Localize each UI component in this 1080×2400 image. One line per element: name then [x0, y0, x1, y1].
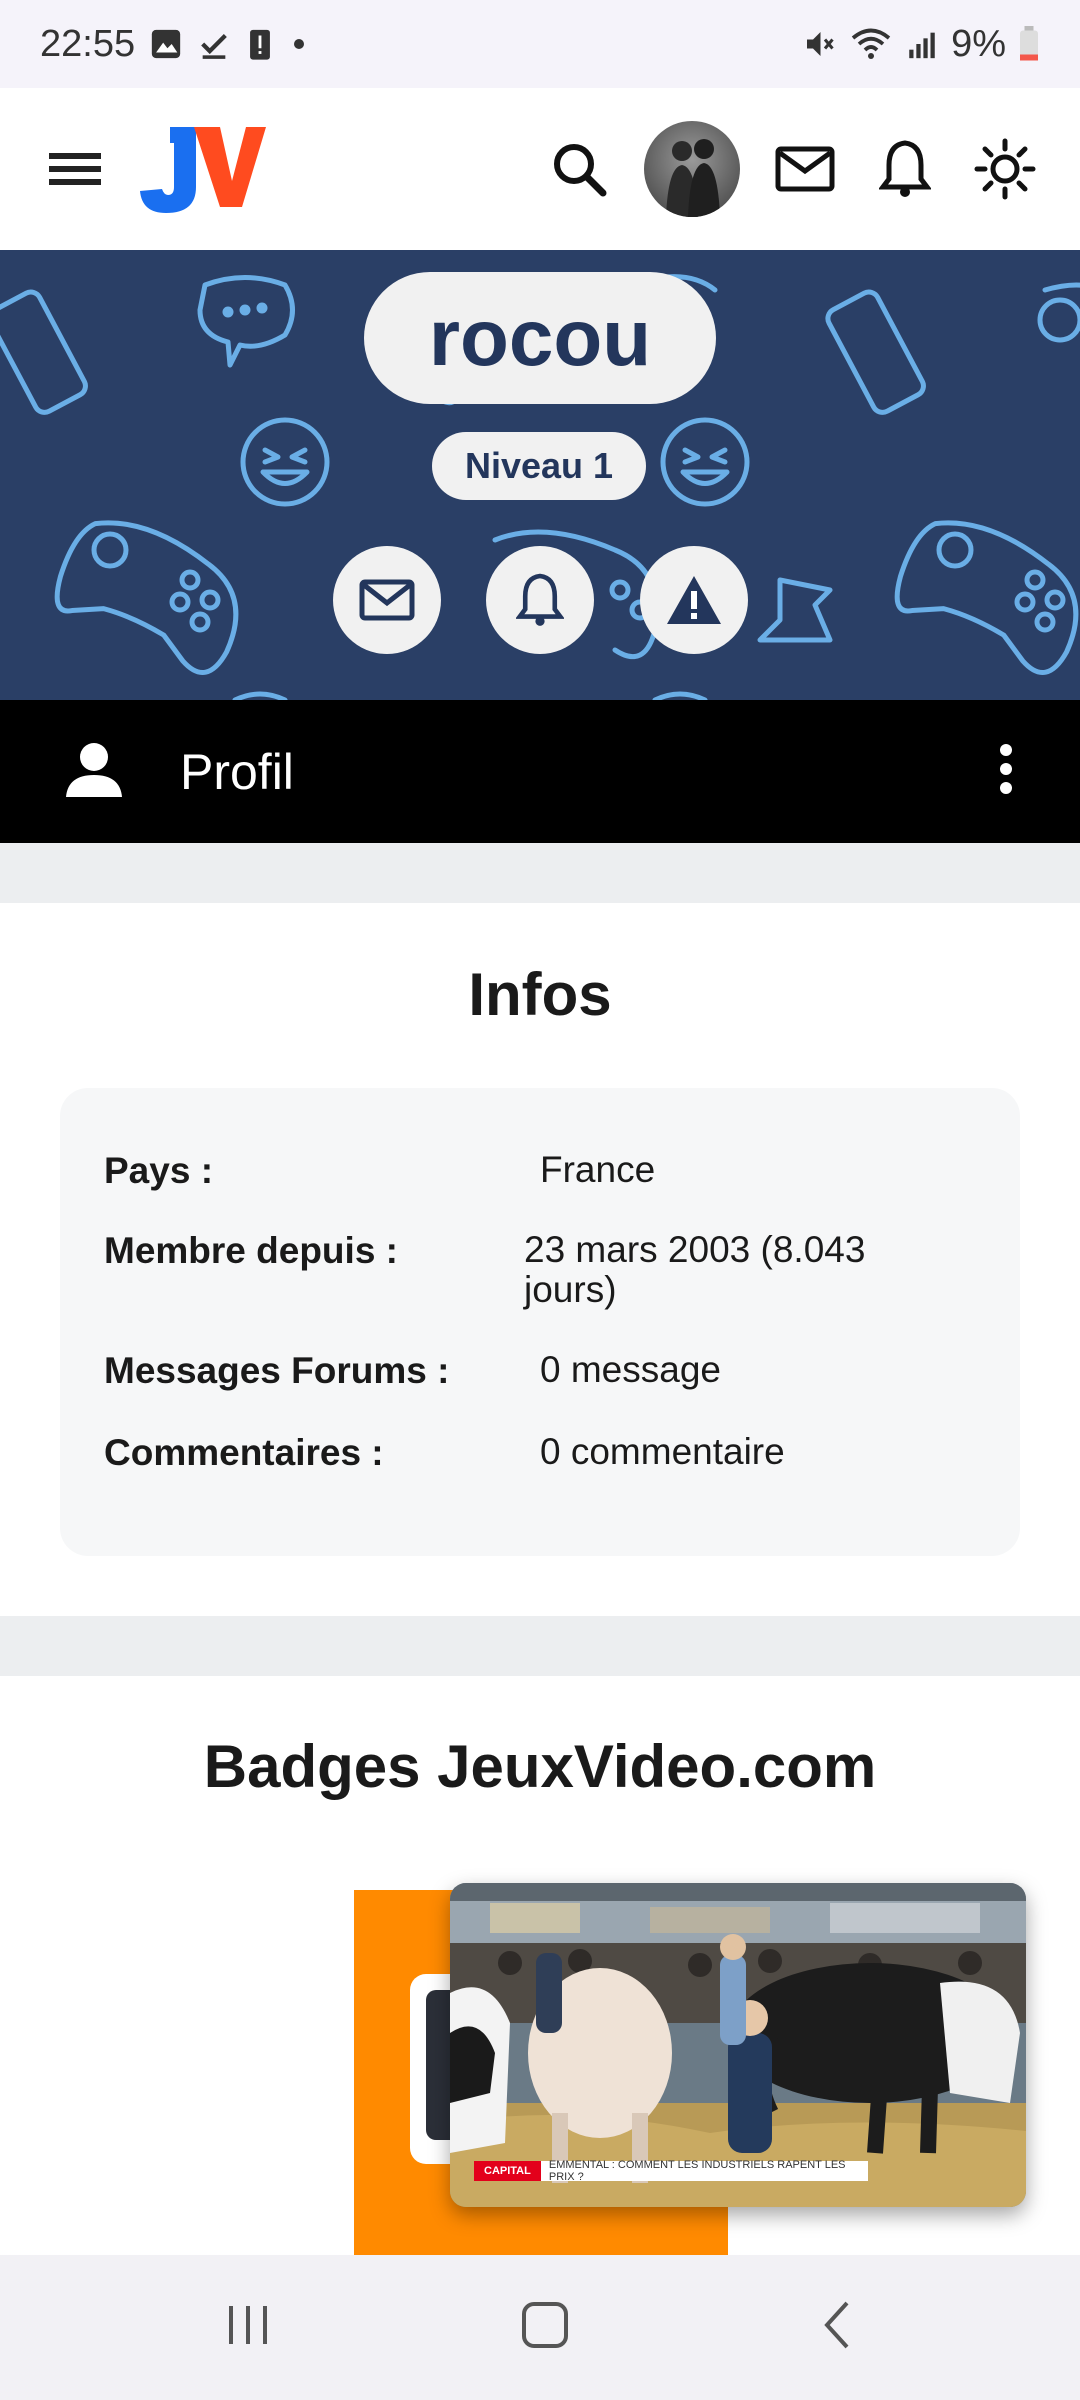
video-brand: CAPITAL	[474, 2161, 541, 2181]
info-row-comments: Commentaires : 0 commentaire	[104, 1432, 924, 1474]
status-bar: 22:55 9%	[0, 0, 1080, 88]
more-vertical-icon[interactable]	[996, 743, 1016, 800]
jv-logo[interactable]	[136, 117, 268, 222]
send-message-button[interactable]	[333, 546, 441, 654]
recent-apps-icon[interactable]	[223, 2300, 273, 2355]
back-icon[interactable]	[817, 2299, 857, 2356]
info-row-country: Pays : France	[104, 1150, 924, 1192]
video-ticker: CAPITAL EMMENTAL : COMMENT LES INDUSTRIE…	[474, 2159, 868, 2183]
info-value: 0 commentaire	[540, 1431, 785, 1472]
profile-tab-label[interactable]: Profil	[180, 743, 294, 801]
battery-percent: 9%	[951, 22, 1006, 65]
info-key: Messages Forums :	[104, 1350, 450, 1391]
battery-alert-icon	[245, 27, 275, 61]
person-icon	[64, 739, 124, 804]
video-ticker-text: EMMENTAL : COMMENT LES INDUSTRIELS RAPEN…	[548, 2159, 846, 2183]
info-key: Pays :	[104, 1150, 214, 1191]
info-value: France	[540, 1149, 656, 1190]
info-row-forum-messages: Messages Forums : 0 message	[104, 1350, 924, 1392]
search-icon[interactable]	[544, 134, 614, 204]
level-badge: Niveau 1	[432, 432, 646, 500]
info-value: 0 message	[540, 1349, 721, 1390]
mail-icon	[359, 579, 415, 621]
download-done-icon	[197, 27, 231, 61]
mute-icon	[801, 26, 837, 62]
signal-icon	[905, 27, 939, 61]
avatar[interactable]	[644, 121, 740, 217]
report-button[interactable]	[640, 546, 748, 654]
system-nav-bar	[0, 2255, 1080, 2400]
infos-card: Pays : France Membre depuis : 23 mars 20…	[60, 1088, 1020, 1556]
mail-icon[interactable]	[770, 134, 840, 204]
sun-icon[interactable]	[970, 134, 1040, 204]
gallery-icon	[149, 27, 183, 61]
infos-title: Infos	[468, 961, 612, 1028]
follow-button[interactable]	[486, 546, 594, 654]
section-divider	[0, 1616, 1080, 1676]
app-header	[0, 88, 1080, 250]
battery-icon	[1018, 26, 1040, 62]
wifi-icon	[849, 26, 893, 62]
info-key: Commentaires :	[104, 1432, 384, 1473]
profile-tab-bar: Profil	[0, 700, 1080, 843]
bell-icon	[516, 573, 564, 626]
home-icon[interactable]	[519, 2299, 571, 2356]
floating-video-player[interactable]: CAPITAL EMMENTAL : COMMENT LES INDUSTRIE…	[450, 1883, 1026, 2207]
info-key: Membre depuis :	[104, 1230, 398, 1271]
badges-title: Badges JeuxVideo.com	[203, 1733, 877, 1800]
section-divider	[0, 843, 1080, 903]
info-value: 23 mars 2003 (8.043 jours)	[524, 1229, 866, 1310]
profile-banner: rocou Niveau 1	[0, 250, 1080, 700]
notification-dot-icon	[289, 34, 309, 54]
hamburger-icon[interactable]	[40, 134, 110, 204]
bell-icon[interactable]	[870, 134, 940, 204]
username: rocou	[364, 272, 716, 404]
info-row-member-since: Membre depuis : 23 mars 2003 (8.043 jour…	[104, 1230, 924, 1310]
status-time: 22:55	[40, 22, 136, 65]
warning-icon	[667, 576, 721, 624]
